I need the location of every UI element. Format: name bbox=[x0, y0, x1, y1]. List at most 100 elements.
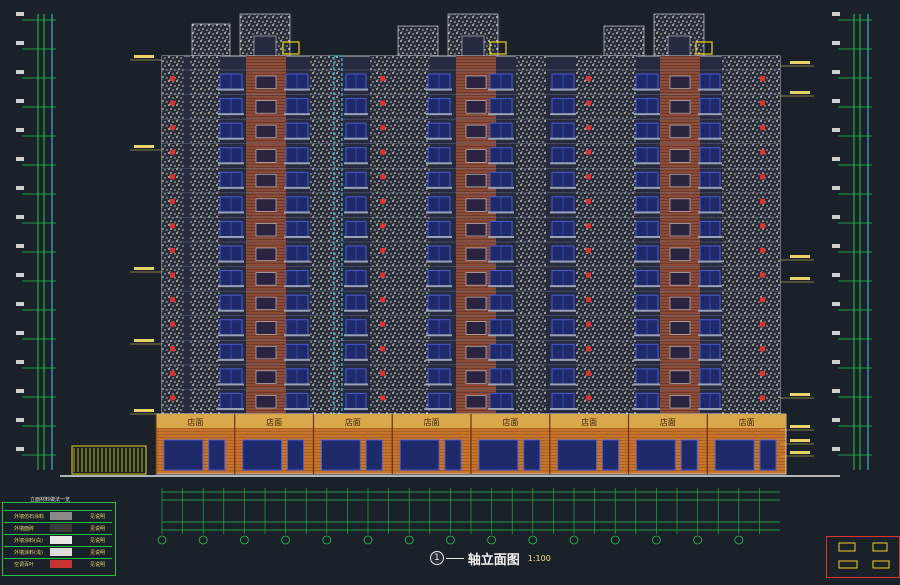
storefront-sign-text: 店面 bbox=[345, 417, 361, 427]
ac-unit-mark bbox=[760, 370, 765, 376]
balcony-rail bbox=[634, 88, 660, 91]
ac-unit-mark bbox=[586, 297, 591, 303]
balcony-rail bbox=[284, 383, 310, 386]
balcony-rail bbox=[426, 113, 452, 116]
ac-unit-mark bbox=[170, 125, 175, 131]
ac-unit-mark bbox=[170, 248, 175, 253]
balcony-rail bbox=[426, 260, 452, 263]
balcony-rail bbox=[634, 358, 660, 361]
ac-unit-mark bbox=[586, 76, 591, 81]
balcony-rail bbox=[698, 309, 722, 312]
balcony-rail bbox=[284, 236, 310, 238]
balcony-rail bbox=[698, 113, 722, 116]
storefront-sign-text: 店面 bbox=[266, 417, 282, 427]
balcony-rail bbox=[344, 408, 368, 410]
floor-label-mark bbox=[832, 70, 840, 74]
ac-unit-mark bbox=[760, 395, 765, 401]
balcony-rail bbox=[284, 408, 310, 410]
floor-label-mark bbox=[16, 360, 24, 364]
stone-pilaster bbox=[752, 56, 780, 414]
balcony-rail bbox=[550, 285, 576, 288]
legend-row-note: 见说明 bbox=[90, 538, 106, 544]
stone-pilaster bbox=[516, 56, 546, 414]
annotation-text-mark bbox=[790, 255, 810, 258]
balcony-rail bbox=[550, 260, 576, 263]
balcony-rail bbox=[344, 285, 368, 288]
balcony-rail bbox=[344, 211, 368, 214]
floor-label-mark bbox=[832, 418, 840, 422]
annotation-text-mark bbox=[790, 277, 810, 280]
balcony-rail bbox=[426, 211, 452, 214]
brick-window bbox=[465, 124, 487, 139]
floor-label-mark bbox=[16, 70, 24, 74]
brick-window bbox=[255, 198, 277, 212]
brick-window bbox=[669, 395, 691, 409]
ac-unit-mark bbox=[170, 297, 175, 303]
balcony-rail bbox=[550, 186, 576, 189]
brick-window bbox=[465, 75, 487, 89]
floor-label-mark bbox=[16, 215, 24, 219]
annotation-text-mark bbox=[790, 61, 810, 64]
balcony-rail bbox=[634, 334, 660, 337]
balcony-rail bbox=[284, 285, 310, 288]
storefront-glass bbox=[321, 439, 361, 471]
drawing-title-block: 1 轴立面图 1:100 bbox=[430, 548, 551, 568]
storefront-door bbox=[680, 439, 698, 471]
floor-label-mark bbox=[832, 12, 840, 16]
brick-window bbox=[255, 173, 277, 188]
balcony-rail bbox=[284, 186, 310, 189]
balcony-rail bbox=[634, 260, 660, 263]
stone-pilaster bbox=[370, 56, 400, 414]
brick-window bbox=[669, 173, 691, 188]
balcony-rail bbox=[550, 113, 576, 116]
balcony-rail bbox=[344, 309, 368, 312]
balcony-rail bbox=[698, 162, 722, 165]
stamp-symbols bbox=[838, 542, 890, 569]
balcony-rail bbox=[344, 137, 368, 140]
balcony-rail bbox=[426, 137, 452, 140]
stone-pilaster bbox=[400, 56, 430, 414]
storefront-sign-text: 店面 bbox=[424, 417, 440, 427]
legend-swatch bbox=[50, 524, 72, 532]
brick-window bbox=[669, 272, 691, 286]
axis-bubble bbox=[528, 535, 538, 545]
annotation-text-mark bbox=[134, 267, 154, 270]
stone-pilaster bbox=[190, 56, 220, 414]
balcony-rail bbox=[284, 113, 310, 116]
floor-label-mark bbox=[832, 447, 840, 451]
balcony-rail bbox=[344, 260, 368, 263]
brick-window bbox=[255, 321, 277, 335]
floor-label-mark bbox=[16, 302, 24, 306]
stone-pilaster bbox=[722, 56, 752, 414]
balcony-rail bbox=[550, 309, 576, 312]
brick-window bbox=[465, 370, 487, 384]
ac-unit-mark bbox=[586, 248, 591, 253]
drawing-scale: 1:100 bbox=[527, 553, 551, 563]
brick-window bbox=[669, 149, 691, 163]
ac-unit-mark bbox=[760, 149, 765, 155]
ac-unit-mark bbox=[586, 198, 591, 204]
balcony-rail bbox=[698, 383, 722, 386]
floor-label-mark bbox=[832, 128, 840, 132]
brick-window bbox=[465, 173, 487, 188]
brick-window bbox=[669, 223, 691, 237]
podium-railing bbox=[71, 445, 147, 475]
ac-unit-mark bbox=[586, 174, 591, 180]
balcony-rail bbox=[488, 260, 514, 263]
legend-row-label: 外墙涂料(白) bbox=[14, 538, 43, 544]
floor-label-mark bbox=[832, 186, 840, 190]
axis-bubble bbox=[281, 535, 291, 545]
balcony-rail bbox=[550, 358, 576, 361]
brick-window bbox=[465, 223, 487, 237]
floor-label-mark bbox=[16, 128, 24, 132]
annotation-text-mark bbox=[790, 91, 810, 94]
ac-unit-mark bbox=[760, 272, 765, 278]
balcony-rail bbox=[218, 285, 244, 288]
ac-unit-mark bbox=[760, 223, 765, 229]
brick-window bbox=[255, 100, 277, 114]
storefront-glass bbox=[478, 439, 519, 471]
brick-window bbox=[465, 198, 487, 212]
balcony-rail bbox=[426, 88, 452, 91]
brick-window bbox=[255, 296, 277, 311]
annotation-text-mark bbox=[134, 55, 154, 58]
